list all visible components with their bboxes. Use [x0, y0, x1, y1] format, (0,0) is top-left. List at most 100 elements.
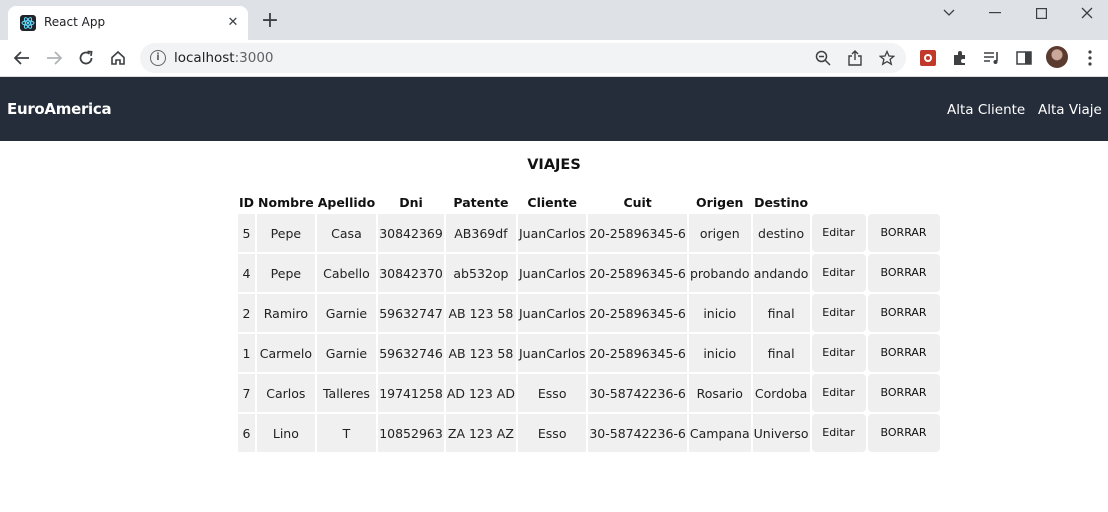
cell-destino: destino — [752, 214, 810, 252]
cell-nombre: Carlos — [257, 374, 315, 412]
column-header-patente: Patente — [453, 194, 509, 210]
cell-dni: 59632747 — [378, 294, 444, 332]
edit-button[interactable]: Editar — [811, 374, 866, 412]
cell-origen: origen — [688, 214, 751, 252]
cell-destino: Universo — [752, 414, 810, 452]
column-header-id: ID — [239, 194, 255, 210]
edit-button[interactable]: Editar — [811, 414, 866, 452]
browser-tabstrip: React App ✕ + — [0, 0, 1108, 40]
bookmark-star-icon[interactable] — [876, 47, 898, 69]
cell-cliente: JuanCarlos — [518, 294, 587, 332]
cell-cuit: 20-25896345-6 — [588, 294, 687, 332]
cell-cuit: 20-25896345-6 — [588, 334, 687, 372]
cell-nombre: Pepe — [257, 214, 315, 252]
cell-patente: ZA 123 AZ — [445, 414, 516, 452]
cell-cliente: Esso — [518, 374, 587, 412]
cell-nombre: Carmelo — [257, 334, 315, 372]
cell-dni: 30842369 — [378, 214, 444, 252]
cell-origen: Rosario — [688, 374, 751, 412]
cell-apellido: Garnie — [316, 294, 377, 332]
brand-logo[interactable]: EuroAmerica — [7, 100, 112, 118]
cell-id: 4 — [238, 254, 256, 292]
cell-patente: AB369df — [445, 214, 516, 252]
column-header-origen: Origen — [696, 194, 744, 210]
column-header-actions — [868, 192, 940, 212]
column-header-actions — [812, 192, 866, 212]
share-icon[interactable] — [844, 47, 866, 69]
side-panel-icon[interactable] — [1012, 46, 1036, 70]
cell-dni: 30842370 — [378, 254, 444, 292]
cell-apellido: Garnie — [316, 334, 377, 372]
table-row: 7 Carlos Talleres 19741258 AD 123 AD Ess… — [238, 374, 940, 412]
cell-destino: final — [752, 294, 810, 332]
new-tab-button[interactable]: + — [258, 9, 282, 33]
cell-apellido: Talleres — [316, 374, 377, 412]
extension-red-icon[interactable] — [916, 46, 940, 70]
edit-button[interactable]: Editar — [811, 214, 866, 252]
app-navbar: EuroAmerica Alta Cliente Alta Viaje — [0, 77, 1108, 141]
cell-patente: AB 123 58 — [445, 334, 516, 372]
cell-id: 2 — [238, 294, 256, 332]
site-info-icon[interactable]: i — [150, 50, 166, 66]
window-close-icon[interactable] — [1064, 0, 1108, 26]
cell-cuit: 20-25896345-6 — [588, 254, 687, 292]
browser-toolbar: i localhost:3000 — [0, 40, 1108, 77]
cell-cuit: 30-58742236-6 — [588, 374, 687, 412]
maximize-icon[interactable] — [1018, 0, 1064, 26]
table-header-row: ID Nombre Apellido Dni Patente Cliente C… — [238, 192, 940, 212]
minimize-icon[interactable] — [972, 0, 1018, 26]
column-header-apellido: Apellido — [317, 194, 376, 210]
zoom-out-icon[interactable] — [812, 47, 834, 69]
delete-button[interactable]: BORRAR — [867, 294, 940, 332]
cell-nombre: Ramiro — [257, 294, 315, 332]
cell-patente: AB 123 58 — [445, 294, 516, 332]
cell-nombre: Pepe — [257, 254, 315, 292]
forward-arrow-icon[interactable] — [42, 46, 66, 70]
edit-button[interactable]: Editar — [811, 294, 866, 332]
nav-link-alta-viaje[interactable]: Alta Viaje — [1038, 102, 1102, 118]
delete-button[interactable]: BORRAR — [867, 374, 940, 412]
cell-dni: 19741258 — [378, 374, 444, 412]
browser-tab[interactable]: React App ✕ — [8, 6, 248, 40]
delete-button[interactable]: BORRAR — [867, 214, 940, 252]
edit-button[interactable]: Editar — [811, 254, 866, 292]
cell-id: 5 — [238, 214, 256, 252]
cell-destino: final — [752, 334, 810, 372]
profile-avatar[interactable] — [1046, 46, 1068, 68]
address-bar[interactable]: i localhost:3000 — [140, 43, 906, 73]
delete-button[interactable]: BORRAR — [867, 414, 940, 452]
table-row: 2 Ramiro Garnie 59632747 AB 123 58 JuanC… — [238, 294, 940, 332]
nav-link-alta-cliente[interactable]: Alta Cliente — [947, 102, 1025, 118]
reload-icon[interactable] — [74, 46, 98, 70]
cell-apellido: T — [316, 414, 377, 452]
edit-button[interactable]: Editar — [811, 334, 866, 372]
react-logo-icon — [20, 15, 36, 31]
tab-title: React App — [44, 15, 106, 29]
cell-cliente: Esso — [518, 414, 587, 452]
cell-apellido: Casa — [316, 214, 377, 252]
cell-id: 1 — [238, 334, 256, 372]
cell-cuit: 20-25896345-6 — [588, 214, 687, 252]
home-icon[interactable] — [106, 46, 130, 70]
more-menu-icon[interactable] — [1078, 46, 1102, 70]
table-row: 6 Lino T 10852963 ZA 123 AZ Esso 30-5874… — [238, 414, 940, 452]
column-header-destino: Destino — [754, 194, 809, 210]
cell-cuit: 30-58742236-6 — [588, 414, 687, 452]
cell-apellido: Cabello — [316, 254, 377, 292]
cell-nombre: Lino — [257, 414, 315, 452]
cell-origen: inicio — [688, 334, 751, 372]
url-text[interactable]: localhost:3000 — [174, 50, 274, 66]
delete-button[interactable]: BORRAR — [867, 334, 940, 372]
delete-button[interactable]: BORRAR — [867, 254, 940, 292]
viajes-table: ID Nombre Apellido Dni Patente Cliente C… — [236, 190, 942, 454]
extensions-puzzle-icon[interactable] — [948, 46, 972, 70]
tab-close-icon[interactable]: ✕ — [224, 14, 242, 32]
back-arrow-icon[interactable] — [10, 46, 34, 70]
cell-cliente: JuanCarlos — [518, 334, 587, 372]
cell-patente: ab532op — [445, 254, 516, 292]
cell-origen: Campana — [688, 414, 751, 452]
tab-search-chevron-icon[interactable] — [926, 0, 972, 26]
media-queue-icon[interactable] — [980, 46, 1004, 70]
cell-cliente: JuanCarlos — [518, 254, 587, 292]
column-header-cliente: Cliente — [527, 194, 577, 210]
